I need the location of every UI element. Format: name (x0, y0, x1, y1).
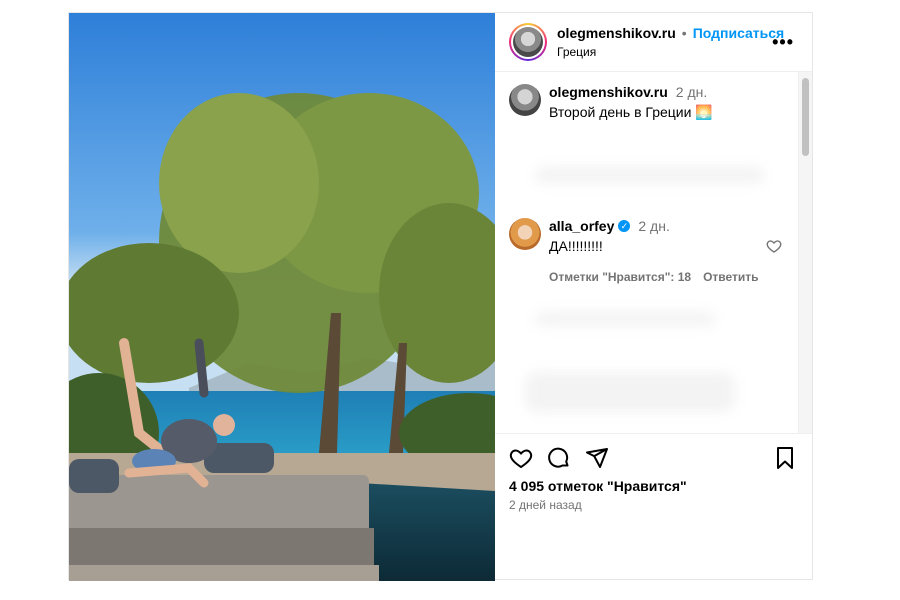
scrollbar-thumb[interactable] (802, 78, 809, 156)
post-photo[interactable] (69, 13, 495, 581)
action-icons (509, 446, 609, 470)
author-username[interactable]: olegmenshikov.ru (557, 25, 676, 41)
comment-meta: Отметки "Нравится": 18 Ответить (549, 270, 759, 284)
comment-time[interactable]: 2 дн. (638, 218, 669, 234)
comment-line: alla_orfey ✓ 2 дн. (549, 218, 759, 234)
send-icon[interactable] (585, 446, 609, 470)
scrollbar[interactable] (798, 72, 812, 433)
post-sidebar: olegmenshikov.ru • Подписаться Греция ••… (495, 13, 812, 581)
comment-row: alla_orfey ✓ 2 дн. ДА!!!!!!!!! Отметки "… (509, 218, 759, 284)
comment-likes-link[interactable]: Отметки "Нравится": 18 (549, 270, 691, 284)
header-top-row: olegmenshikov.ru • Подписаться (557, 25, 784, 41)
follow-button[interactable]: Подписаться (693, 25, 785, 41)
blurred-content (535, 312, 715, 326)
action-bar: 4 095 отметок "Нравится" 2 дней назад (495, 433, 812, 581)
caption-row: olegmenshikov.ru 2 дн. Второй день в Гре… (509, 84, 713, 121)
reply-button[interactable]: Ответить (703, 270, 758, 284)
comment-username[interactable]: alla_orfey (549, 218, 614, 234)
comment-text: ДА!!!!!!!!! (549, 238, 603, 254)
post-location[interactable]: Греция (557, 45, 784, 59)
blurred-content (535, 167, 765, 183)
more-icon[interactable]: ••• (772, 32, 794, 53)
likes-count[interactable]: 4 095 отметок "Нравится" (509, 478, 687, 494)
post-photo-image (69, 13, 495, 581)
caption-time[interactable]: 2 дн. (676, 84, 707, 100)
comment-heart-icon[interactable] (766, 238, 782, 254)
caption-username[interactable]: olegmenshikov.ru (549, 84, 668, 100)
comment-body: alla_orfey ✓ 2 дн. ДА!!!!!!!!! Отметки "… (549, 218, 759, 284)
post-age[interactable]: 2 дней назад (509, 498, 582, 512)
caption-line: olegmenshikov.ru 2 дн. (549, 84, 713, 100)
caption-body: olegmenshikov.ru 2 дн. Второй день в Гре… (549, 84, 713, 121)
header-text: olegmenshikov.ru • Подписаться Греция (557, 25, 784, 59)
comment-icon[interactable] (547, 446, 571, 470)
verified-badge-icon: ✓ (618, 220, 631, 232)
comments-section[interactable]: olegmenshikov.ru 2 дн. Второй день в Гре… (495, 72, 812, 433)
author-avatar-image (513, 27, 543, 57)
post-header: olegmenshikov.ru • Подписаться Греция ••… (495, 13, 812, 72)
caption-text: Второй день в Греции 🌅 (549, 104, 713, 120)
comment-avatar[interactable] (509, 218, 541, 250)
blurred-content (525, 372, 735, 412)
author-avatar-frame (511, 25, 545, 59)
instagram-post: olegmenshikov.ru • Подписаться Греция ••… (68, 12, 813, 581)
heart-icon[interactable] (509, 446, 533, 470)
bookmark-icon[interactable] (774, 446, 796, 470)
separator-dot: • (681, 25, 687, 41)
caption-avatar[interactable] (509, 84, 541, 116)
author-avatar[interactable] (509, 23, 547, 61)
